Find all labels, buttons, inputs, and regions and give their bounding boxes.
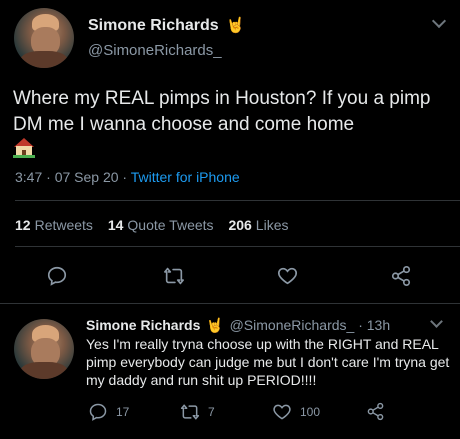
reply-tweet[interactable]: Simone Richards 🤘 @SimoneRichards_ · 13h… (0, 305, 460, 439)
divider (15, 200, 460, 201)
retweet-icon (180, 404, 200, 420)
tweet-text-body: Where my REAL pimps in Houston? If you a… (13, 88, 431, 135)
divider (0, 303, 460, 304)
share-icon[interactable] (390, 265, 412, 292)
retweet-count: 7 (208, 405, 215, 419)
avatar[interactable] (14, 319, 74, 379)
reply-handle-time[interactable]: @SimoneRichards_ · 13h (230, 317, 391, 333)
like-heart-icon[interactable] (276, 265, 299, 292)
author-name[interactable]: Simone Richards (88, 17, 219, 34)
tweet-stats: 12 Retweets 14 Quote Tweets 206 Likes (15, 217, 299, 233)
reply-count: 17 (116, 405, 130, 419)
author-name-row[interactable]: Simone Richards 🤘 (88, 16, 245, 35)
share-button[interactable] (366, 402, 385, 421)
main-tweet: Simone Richards 🤘 @SimoneRichards_ Where… (0, 0, 460, 304)
reply-count-button[interactable]: 17 (88, 402, 129, 422)
tweet-meta: 3:47 · 07 Sep 20 · Twitter for iPhone (15, 169, 240, 185)
author-handle[interactable]: @SimoneRichards_ (88, 42, 222, 59)
reply-icon[interactable] (46, 265, 68, 292)
divider (15, 246, 460, 247)
like-count: 100 (300, 405, 321, 419)
reply-icon (89, 403, 107, 421)
retweets-stat[interactable]: 12 Retweets (15, 217, 93, 233)
author-name[interactable]: Simone Richards (86, 317, 200, 333)
like-heart-icon (273, 404, 291, 420)
retweet-icon[interactable] (162, 265, 186, 292)
chevron-down-icon[interactable] (430, 315, 443, 328)
tweet-client-link[interactable]: Twitter for iPhone (131, 169, 240, 185)
rock-hand-emoji: 🤘 (226, 17, 245, 34)
chevron-down-icon[interactable] (431, 13, 447, 29)
rock-hand-emoji: 🤘 (206, 317, 224, 333)
quote-tweets-stat[interactable]: 14 Quote Tweets (108, 217, 214, 233)
retweet-count-button[interactable]: 7 (180, 402, 215, 422)
reply-header: Simone Richards 🤘 @SimoneRichards_ · 13h (86, 317, 390, 334)
likes-stat[interactable]: 206 Likes (228, 217, 288, 233)
avatar[interactable] (14, 8, 74, 68)
reply-text: Yes I'm really tryna choose up with the … (86, 336, 450, 388)
like-count-button[interactable]: 100 (272, 402, 320, 422)
tweet-timestamp[interactable]: 3:47 · 07 Sep 20 · (15, 169, 131, 185)
tweet-text: Where my REAL pimps in Houston? If you a… (13, 86, 453, 164)
house-emoji-icon (13, 138, 35, 158)
share-icon (367, 402, 384, 421)
